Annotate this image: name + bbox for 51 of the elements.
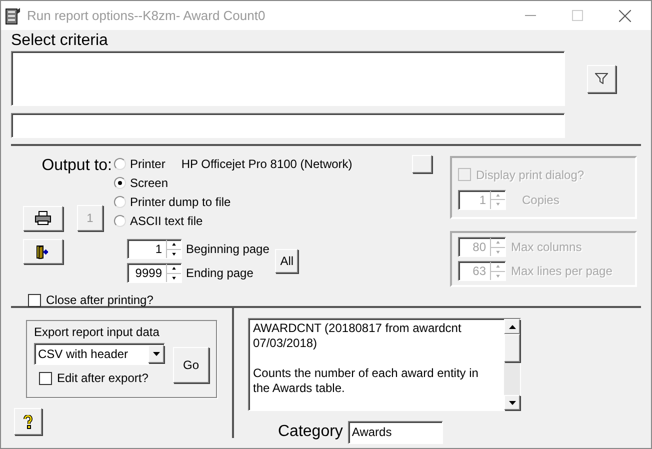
window-title: Run report options--K8zm- Award Count0 <box>27 6 266 25</box>
radio-button[interactable] <box>114 158 126 170</box>
door-icon <box>36 244 50 258</box>
beginning-page-label: Beginning page <box>186 241 270 258</box>
scroll-down-icon[interactable] <box>508 400 516 404</box>
page-format-label: Max lines per page <box>511 263 612 280</box>
radio-label: Printer <box>130 156 166 172</box>
app-icon <box>5 6 21 24</box>
output-label: Output to: <box>42 156 113 175</box>
spin-down-icon[interactable] <box>167 248 181 258</box>
radio-button[interactable] <box>114 196 126 208</box>
go-button[interactable]: Go <box>173 347 209 383</box>
checkbox-label: Edit after export? <box>57 370 148 387</box>
criteria-heading: Select criteria <box>11 31 109 50</box>
filter-icon <box>595 73 608 84</box>
ending-page-label: Ending page <box>186 265 254 282</box>
filter-button[interactable] <box>587 64 616 92</box>
radio-button[interactable] <box>114 214 126 226</box>
category-label: Category <box>278 422 343 442</box>
printer-icon <box>35 211 51 225</box>
spin-down-icon[interactable] <box>167 272 181 282</box>
printer-name: HP Officejet Pro 8100 (Network) <box>181 156 352 172</box>
number-spinner[interactable]: 9999 <box>127 263 182 283</box>
checkbox-label: Close after printing? <box>46 292 154 309</box>
page-format-label: Max columns <box>511 239 582 256</box>
description-paragraph: AWARDCNT (20180817 from awardcnt 07/03/2018) <box>253 321 462 351</box>
all-pages-button[interactable]: All <box>275 249 298 273</box>
category-field[interactable]: Awards <box>348 420 443 444</box>
criteria-text-area[interactable] <box>11 51 565 106</box>
caret-icon <box>152 352 160 356</box>
copies-label: Copies <box>522 192 560 208</box>
format-dropdown[interactable]: CSV with header <box>34 343 165 365</box>
close-icon[interactable] <box>619 10 631 22</box>
radio-label: ASCII text file <box>130 212 203 230</box>
exit-button[interactable] <box>23 239 63 264</box>
checkbox[interactable] <box>39 372 52 384</box>
checkbox[interactable] <box>28 294 41 306</box>
export-group-title: Export report input data <box>34 324 160 340</box>
radio-button[interactable] <box>114 176 126 188</box>
checkbox-label: Display print dialog? <box>476 166 584 184</box>
help-icon <box>23 414 33 428</box>
printer-select-button[interactable] <box>412 155 432 173</box>
help-button[interactable] <box>14 408 42 435</box>
criteria-input-field[interactable] <box>11 113 565 138</box>
print-button[interactable] <box>23 206 63 230</box>
scrollbar[interactable] <box>504 319 520 410</box>
radio-label: Printer dump to file <box>130 194 231 210</box>
radio-label: Screen <box>130 174 168 192</box>
scroll-up-icon[interactable] <box>508 324 516 328</box>
number-spinner[interactable]: 1 <box>127 239 182 259</box>
description-paragraph: Counts the number of each award entity in the Awards table. <box>253 366 480 396</box>
